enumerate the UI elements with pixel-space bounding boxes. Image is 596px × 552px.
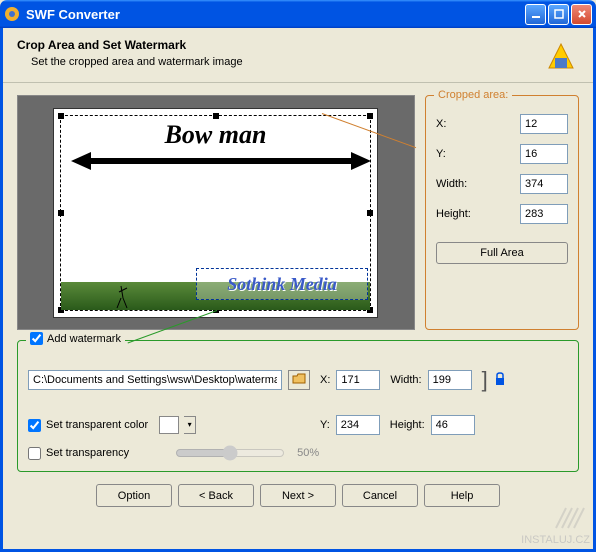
- cropped-area-group: Cropped area: X: Y: Width: Height: F: [425, 95, 579, 330]
- watermark-preview-text: Sothink Media: [227, 274, 337, 295]
- full-area-button[interactable]: Full Area: [436, 242, 568, 264]
- lock-icon[interactable]: [494, 372, 506, 389]
- preview-area[interactable]: Bow man Sothink Media: [17, 95, 415, 330]
- page-title: Crop Area and Set Watermark: [17, 38, 543, 52]
- crop-canvas[interactable]: Bow man Sothink Media: [53, 108, 378, 318]
- cancel-button[interactable]: Cancel: [342, 484, 418, 507]
- next-button[interactable]: Next >: [260, 484, 336, 507]
- crop-height-label: Height:: [436, 208, 471, 220]
- option-button[interactable]: Option: [96, 484, 172, 507]
- watermark-legend: Add watermark: [26, 332, 125, 345]
- color-dropdown-button[interactable]: ▾: [184, 416, 196, 434]
- crop-y-label: Y:: [436, 148, 446, 160]
- transparency-value: 50%: [297, 447, 319, 459]
- crop-x-label: X:: [436, 118, 446, 130]
- wm-height-label: Height:: [390, 419, 425, 431]
- wizard-header: Crop Area and Set Watermark Set the crop…: [3, 28, 593, 83]
- titlebar: SWF Converter: [0, 0, 596, 28]
- crop-handle[interactable]: [367, 113, 373, 119]
- watermark-path-input[interactable]: [28, 370, 282, 390]
- wm-y-input[interactable]: [336, 415, 380, 435]
- crop-width-label: Width:: [436, 178, 467, 190]
- crop-x-input[interactable]: [520, 114, 568, 134]
- wm-x-input[interactable]: [336, 370, 380, 390]
- crop-handle[interactable]: [367, 210, 373, 216]
- crop-handle[interactable]: [58, 210, 64, 216]
- crop-y-input[interactable]: [520, 144, 568, 164]
- crop-handle[interactable]: [58, 113, 64, 119]
- app-icon: [4, 6, 20, 22]
- wm-x-label: X:: [320, 374, 330, 386]
- set-transparency-label: Set transparency: [46, 447, 129, 459]
- watermark-rect[interactable]: Sothink Media: [196, 268, 368, 300]
- set-transparent-color-checkbox[interactable]: [28, 419, 41, 432]
- crop-rect[interactable]: Bow man Sothink Media: [60, 115, 371, 311]
- page-subtitle: Set the cropped area and watermark image: [17, 56, 543, 68]
- crop-height-input[interactable]: [520, 204, 568, 224]
- window-body: Crop Area and Set Watermark Set the crop…: [0, 28, 596, 552]
- transparency-slider[interactable]: [175, 445, 285, 461]
- window-title: SWF Converter: [26, 7, 525, 22]
- back-button[interactable]: < Back: [178, 484, 254, 507]
- minimize-button[interactable]: [525, 4, 546, 25]
- folder-open-icon: [292, 373, 306, 388]
- preview-content-title: Bow man: [61, 120, 370, 150]
- crop-group-label: Cropped area:: [434, 89, 512, 101]
- wm-height-input[interactable]: [431, 415, 475, 435]
- crop-handle[interactable]: [213, 113, 219, 119]
- wm-width-input[interactable]: [428, 370, 472, 390]
- arrow-graphic: [71, 152, 371, 170]
- transparent-color-swatch[interactable]: [159, 416, 179, 434]
- add-watermark-label: Add watermark: [47, 333, 121, 345]
- help-button[interactable]: Help: [424, 484, 500, 507]
- bracket-icon: ]: [482, 375, 488, 385]
- footer-brand: INSTALUJ.CZ: [521, 502, 590, 546]
- wm-y-label: Y:: [320, 419, 330, 431]
- header-icon: [543, 38, 579, 74]
- set-transparent-color-label: Set transparent color: [46, 419, 148, 431]
- add-watermark-checkbox[interactable]: [30, 332, 43, 345]
- close-button[interactable]: [571, 4, 592, 25]
- wm-width-label: Width:: [390, 374, 421, 386]
- browse-button[interactable]: [288, 370, 310, 390]
- crop-width-input[interactable]: [520, 174, 568, 194]
- set-transparency-checkbox[interactable]: [28, 447, 41, 460]
- maximize-button[interactable]: [548, 4, 569, 25]
- watermark-group: Add watermark X: Width: ]: [17, 340, 579, 472]
